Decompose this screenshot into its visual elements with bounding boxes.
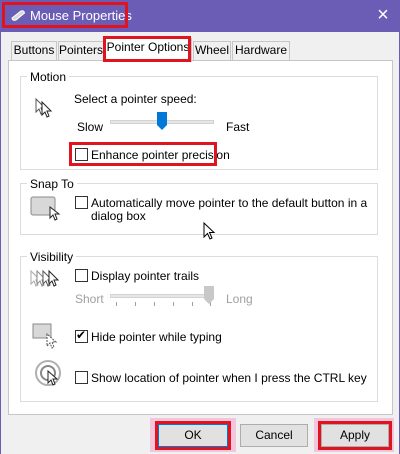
tab-label: Wheel xyxy=(194,43,229,57)
pointer-speed-label: Select a pointer speed: xyxy=(74,92,197,106)
snap-group-label: Snap To xyxy=(27,177,77,191)
pointer-speed-icon xyxy=(35,97,53,118)
slider-tick xyxy=(154,302,155,306)
ok-button-highlight-box xyxy=(155,421,231,450)
title-bar: Mouse Properties × xyxy=(0,0,400,32)
pointer-speed-slider-thumb[interactable] xyxy=(157,112,167,130)
visibility-group-label: Visibility xyxy=(27,250,77,264)
slider-tick xyxy=(192,302,193,306)
cancel-button[interactable]: Cancel xyxy=(240,424,308,447)
tab-label: Hardware xyxy=(234,43,288,57)
snap-to-checkbox[interactable] xyxy=(75,196,88,209)
title-highlight-box xyxy=(2,2,128,28)
tab-hardware[interactable]: Hardware xyxy=(232,41,290,60)
slider-tick xyxy=(116,302,117,306)
pointer-trails-checkbox[interactable] xyxy=(75,269,88,282)
fast-label: Fast xyxy=(226,120,250,134)
slider-tick xyxy=(173,302,174,306)
tab-highlight-box xyxy=(103,36,191,62)
mouse-cursor-icon xyxy=(203,222,216,240)
hide-pointer-icon xyxy=(32,323,58,349)
show-location-checkbox[interactable] xyxy=(75,371,88,384)
tab-buttons[interactable]: Buttons xyxy=(11,41,57,60)
tab-wheel[interactable]: Wheel xyxy=(193,41,231,60)
close-icon[interactable]: × xyxy=(372,4,394,26)
pointer-trails-icon xyxy=(30,269,60,287)
hide-pointer-label: Hide pointer while typing xyxy=(91,330,222,344)
check-mark-icon: ✔ xyxy=(76,328,87,342)
snap-button-icon xyxy=(30,196,61,221)
snap-to-label-line2: dialog box xyxy=(91,209,146,223)
tab-label: Buttons xyxy=(13,43,55,57)
tab-pointers[interactable]: Pointers xyxy=(58,41,104,60)
hide-pointer-checkbox[interactable]: ✔ xyxy=(75,328,88,343)
trails-long-label: Long xyxy=(226,292,253,306)
pointer-trails-label: Display pointer trails xyxy=(91,269,200,283)
show-location-icon xyxy=(35,360,61,386)
tab-label: Pointers xyxy=(59,43,104,57)
snap-to-label-line1: Automatically move pointer to the defaul… xyxy=(91,196,368,210)
slider-tick xyxy=(135,302,136,306)
motion-group-label: Motion xyxy=(27,70,70,84)
pointer-trails-slider[interactable] xyxy=(110,294,214,298)
show-location-label: Show location of pointer when I press th… xyxy=(91,371,367,385)
slow-label: Slow xyxy=(77,120,104,134)
trails-short-label: Short xyxy=(75,292,104,306)
enhance-precision-highlight-box xyxy=(69,142,217,166)
apply-button-highlight-box xyxy=(318,421,392,450)
pointer-trails-slider-thumb[interactable] xyxy=(204,286,214,304)
